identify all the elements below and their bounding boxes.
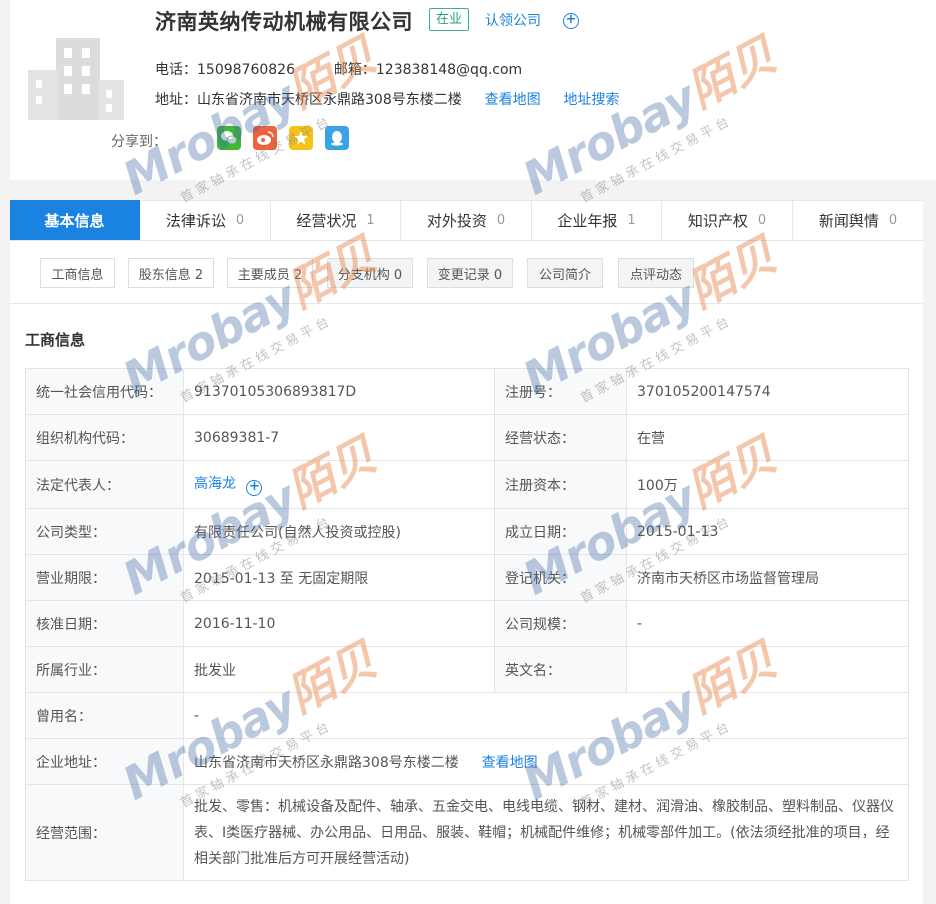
phone-label: 电话： (155, 62, 197, 78)
tab-legal[interactable]: 法律诉讼 0 (140, 200, 271, 240)
org-code-label: 组织机构代码： (25, 414, 184, 461)
tab-news[interactable]: 新闻舆情 0 (793, 200, 923, 240)
table-row: 核准日期： 2016-11-10 公司规模： - (25, 600, 909, 647)
building-icon (28, 38, 124, 120)
phone-value: 15098760826 (197, 62, 295, 78)
subtab-branches[interactable]: 分支机构 0 (327, 258, 413, 288)
reg-no-label: 注册号： (494, 368, 627, 415)
table-row: 企业地址： 山东省济南市天桥区永鼎路308号东楼二楼 查看地图 (25, 738, 909, 785)
former-name-value: - (183, 692, 909, 739)
legal-rep-link[interactable]: 高海龙 (194, 476, 236, 492)
english-name-value (626, 646, 909, 693)
share-label: 分享到： (111, 134, 167, 150)
english-name-label: 英文名： (494, 646, 627, 693)
section-title: 工商信息 (25, 331, 86, 349)
company-name: 济南英纳传动机械有限公司 (155, 10, 413, 34)
table-row: 公司类型： 有限责任公司(自然人投资或控股) 成立日期： 2015-01-13 (25, 508, 909, 555)
tab-annual-report[interactable]: 企业年报 1 (532, 200, 662, 240)
op-status-value: 在营 (626, 414, 909, 461)
email-label: 邮箱： (333, 62, 376, 78)
legal-rep-label: 法定代表人： (25, 460, 184, 509)
authority-label: 登记机关： (494, 554, 627, 601)
former-name-label: 曾用名： (25, 692, 184, 739)
business-info-table: 统一社会信用代码： 91370105306893817D 注册号： 370105… (25, 368, 909, 881)
company-address-label: 企业地址： (25, 738, 184, 785)
table-row: 组织机构代码： 30689381-7 经营状态： 在营 (25, 414, 909, 461)
org-code-value: 30689381-7 (183, 414, 495, 461)
industry-label: 所属行业： (25, 646, 184, 693)
main-panel: 基本信息 法律诉讼 0 经营状况 1 对外投资 0 企业年报 1 知识产权 0 新闻舆情 0… (10, 200, 923, 904)
address-value: 山东省济南市天桥区永鼎路308号东楼二楼 (197, 92, 462, 108)
status-badge: 在业 (429, 8, 470, 31)
term-value: 2015-01-13 至 无固定期限 (183, 554, 495, 601)
tab-operation[interactable]: 经营状况 1 (271, 200, 401, 240)
weibo-icon[interactable] (253, 126, 277, 150)
tab-basic-info[interactable]: 基本信息 (10, 200, 140, 240)
claim-company-link[interactable]: 认领公司 (485, 10, 541, 30)
contact-line: 电话：15098760826 邮箱：123838148@qq.com (155, 59, 522, 79)
address-label: 地址： (155, 92, 197, 108)
table-row: 曾用名： - (25, 692, 909, 739)
qq-icon[interactable] (325, 126, 349, 150)
scale-label: 公司规模： (494, 600, 627, 647)
founded-value: 2015-01-13 (626, 508, 909, 555)
favorite-star-icon[interactable] (289, 126, 313, 150)
wechat-icon[interactable] (217, 126, 241, 150)
subtab-shareholders[interactable]: 股东信息 2 (128, 258, 214, 288)
table-row: 所属行业： 批发业 英文名： (25, 646, 909, 693)
type-label: 公司类型： (25, 508, 184, 555)
address-search-link[interactable]: 地址搜索 (564, 92, 620, 108)
credit-code-label: 统一社会信用代码： (25, 368, 184, 415)
scope-label: 经营范围： (25, 784, 184, 881)
subtab-reviews[interactable]: 点评动态 (618, 258, 694, 288)
add-circle-icon[interactable]: + (563, 13, 579, 29)
subtab-members[interactable]: 主要成员 2 (227, 258, 313, 288)
founded-label: 成立日期： (494, 508, 627, 555)
capital-label: 注册资本： (494, 460, 627, 509)
type-value: 有限责任公司(自然人投资或控股) (183, 508, 495, 555)
approved-label: 核准日期： (25, 600, 184, 647)
reg-no-value: 370105200147574 (626, 368, 909, 415)
authority-value: 济南市天桥区市场监督管理局 (626, 554, 909, 601)
divider (10, 303, 923, 304)
tab-ip[interactable]: 知识产权 0 (662, 200, 793, 240)
address-map-link[interactable]: 查看地图 (482, 755, 538, 771)
tab-investment[interactable]: 对外投资 0 (401, 200, 532, 240)
legal-rep-cell: 高海龙 + (183, 460, 495, 509)
subtab-company-intro[interactable]: 公司简介 (527, 258, 603, 288)
add-circle-icon[interactable]: + (246, 480, 263, 496)
op-status-label: 经营状态： (494, 414, 627, 461)
scale-value: - (626, 600, 909, 647)
table-row: 经营范围： 批发、零售：机械设备及配件、轴承、五金交电、电线电缆、钢材、建材、润… (25, 784, 909, 881)
industry-value: 批发业 (183, 646, 495, 693)
capital-value: 100万 (626, 460, 909, 509)
credit-code-value: 91370105306893817D (183, 368, 495, 415)
subtab-change-records[interactable]: 变更记录 0 (427, 258, 513, 288)
view-map-link[interactable]: 查看地图 (485, 92, 541, 108)
address-line: 地址：山东省济南市天桥区永鼎路308号东楼二楼 查看地图 地址搜索 (155, 89, 620, 109)
scope-value: 批发、零售：机械设备及配件、轴承、五金交电、电线电缆、钢材、建材、润滑油、橡胶制… (183, 784, 909, 881)
tab-bar: 基本信息 法律诉讼 0 经营状况 1 对外投资 0 企业年报 1 知识产权 0 新闻舆情 0 (10, 200, 923, 241)
company-address-value: 山东省济南市天桥区永鼎路308号东楼二楼 (194, 754, 459, 771)
table-row: 营业期限： 2015-01-13 至 无固定期限 登记机关： 济南市天桥区市场监… (25, 554, 909, 601)
term-label: 营业期限： (25, 554, 184, 601)
subtab-business-info[interactable]: 工商信息 (40, 258, 115, 288)
email-value: 123838148@qq.com (375, 62, 523, 78)
table-row: 统一社会信用代码： 91370105306893817D 注册号： 370105… (25, 368, 909, 415)
table-row: 法定代表人： 高海龙 + 注册资本： 100万 (25, 460, 909, 509)
approved-value: 2016-11-10 (183, 600, 495, 647)
company-address-cell: 山东省济南市天桥区永鼎路308号东楼二楼 查看地图 (183, 738, 909, 785)
company-header: 济南英纳传动机械有限公司 在业 认领公司 + 电话：15098760826 邮箱… (10, 0, 936, 180)
